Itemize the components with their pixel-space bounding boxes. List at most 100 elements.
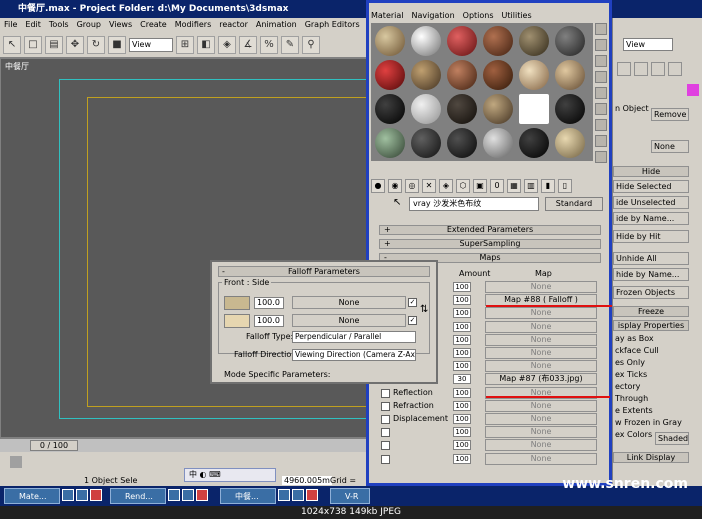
map-enable-checkbox[interactable] [381,454,390,464]
sample-type-icon[interactable] [595,23,607,35]
sample-slot[interactable] [519,128,549,158]
show-end-result-icon[interactable]: ▥ [524,179,538,193]
map-amount-spinner[interactable]: 100 [453,282,471,292]
coord-x[interactable]: 4960.005m [282,476,332,485]
sample-slot[interactable] [411,94,441,124]
front-map-checkbox[interactable]: ✓ [408,298,417,307]
move-icon[interactable]: ✥ [66,35,84,54]
window-restore-icon[interactable] [278,489,290,501]
window-maximize-icon[interactable] [292,489,304,501]
sample-slot[interactable] [447,60,477,90]
map-amount-spinner[interactable]: 30 [453,374,471,385]
time-slider[interactable]: 0 / 100 [30,440,78,451]
map-slot-button[interactable]: None [485,333,597,346]
menu-graph-editors[interactable]: Graph Editors [305,18,360,32]
menu-file[interactable]: File [4,18,17,32]
side-map-button[interactable]: None [292,314,406,327]
mirror-icon[interactable]: ◧ [197,35,215,54]
spinner-snap-icon[interactable]: ⚲ [302,35,320,54]
put-to-library-icon[interactable]: ▣ [473,179,487,193]
me-menu-material[interactable]: Material [371,9,404,23]
sample-slot[interactable] [483,60,513,90]
menu-group[interactable]: Group [77,18,101,32]
map-amount-spinner[interactable]: 100 [453,361,471,372]
utilities-icon[interactable] [668,62,682,76]
me-menu-navigation[interactable]: Navigation [412,9,455,23]
map-slot-button[interactable]: None [485,426,597,439]
remove-button[interactable]: Remove [651,108,689,121]
taskbar-button-scene[interactable]: 中餐... [220,488,276,504]
taskbar-button-render[interactable]: Rend... [110,488,166,504]
display-icon[interactable] [651,62,665,76]
falloff-rollout-title[interactable]: - Falloff Parameters [218,266,430,277]
make-preview-icon[interactable] [595,103,607,115]
sample-slot[interactable] [375,128,405,158]
reference-coord-select[interactable]: View [129,37,173,52]
window-maximize-icon[interactable] [76,489,88,501]
window-restore-icon[interactable] [62,489,74,501]
map-amount-spinner[interactable]: 100 [453,440,471,451]
front-color-swatch[interactable] [224,296,250,310]
hide-by-name-button[interactable]: ide by Name... [613,212,689,225]
map-amount-spinner[interactable]: 100 [453,321,471,332]
select-icon[interactable]: ↖ [3,35,21,54]
map-amount-spinner[interactable]: 100 [453,400,471,411]
align-icon[interactable]: ◈ [218,35,236,54]
sample-slot[interactable] [555,94,585,124]
pivot-icon[interactable]: ⊞ [176,35,194,54]
sample-slot[interactable] [483,94,513,124]
map-slot-button[interactable]: None [485,399,597,412]
sample-slot[interactable] [447,26,477,56]
sample-slot[interactable] [555,60,585,90]
menu-tools[interactable]: Tools [49,18,69,32]
display-property-option[interactable]: Through [615,394,648,403]
menu-modifiers[interactable]: Modifiers [175,18,212,32]
map-enable-checkbox[interactable] [381,428,390,438]
options-icon[interactable] [595,119,607,131]
display-property-option[interactable]: ectory [615,382,640,391]
side-map-checkbox[interactable]: ✓ [408,316,417,325]
map-amount-spinner[interactable]: 100 [453,334,471,345]
menu-edit[interactable]: Edit [25,18,41,32]
unhide-all-button[interactable]: Unhide All [613,252,689,265]
menu-animation[interactable]: Animation [256,18,297,32]
sample-slot[interactable] [375,94,405,124]
go-forward-icon[interactable]: ▯ [558,179,572,193]
sample-slot[interactable] [483,128,513,158]
display-property-option[interactable]: w Frozen in Gray [615,418,682,427]
hide-section[interactable]: Hide [613,166,689,177]
taskbar-button-vray[interactable]: V-R [330,488,370,504]
background-icon[interactable] [595,55,607,67]
sample-slot[interactable] [411,26,441,56]
display-property-option[interactable]: es Only [615,358,645,367]
put-to-scene-icon[interactable]: ◉ [388,179,402,193]
window-close-icon[interactable] [196,489,208,501]
display-properties-section[interactable]: isplay Properties [613,320,689,331]
map-slot-button[interactable]: None [485,307,597,320]
map-amount-spinner[interactable]: 100 [453,387,471,398]
map-amount-spinner[interactable]: 100 [453,427,471,438]
map-amount-spinner[interactable]: 100 [453,453,471,464]
angle-snap-icon[interactable]: % [260,35,278,54]
show-map-icon[interactable]: ▦ [507,179,521,193]
none-button[interactable]: None [651,140,689,153]
window-maximize-icon[interactable] [182,489,194,501]
uv-tiling-icon[interactable] [595,71,607,83]
get-material-icon[interactable]: ● [371,179,385,193]
map-slot-button[interactable]: None [485,452,597,465]
display-property-option[interactable]: ex Ticks [615,370,647,379]
make-unique-icon[interactable]: ⬡ [456,179,470,193]
map-enable-checkbox[interactable] [381,415,390,424]
sample-slot[interactable] [447,94,477,124]
front-map-button[interactable]: None [292,296,406,309]
map-slot-button[interactable]: None [485,413,597,425]
ime-toolbar[interactable]: 中 ◐ ⌨ [184,468,276,482]
cp-view-select[interactable]: View [623,38,673,51]
rotate-icon[interactable]: ↻ [87,35,105,54]
sample-slot[interactable] [519,26,549,56]
region-select-icon[interactable]: □ [24,35,42,54]
select-by-material-icon[interactable] [595,135,607,147]
menu-reactor[interactable]: reactor [219,18,248,32]
side-color-swatch[interactable] [224,314,250,328]
taskbar-button-material[interactable]: Mate... [4,488,60,504]
